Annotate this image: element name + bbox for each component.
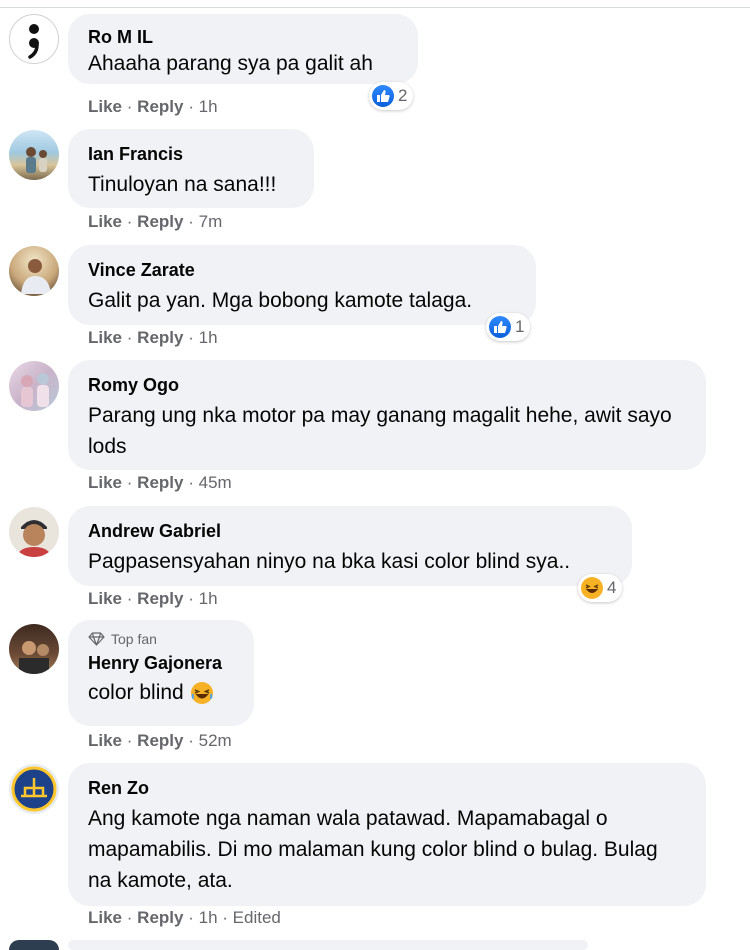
comment-text-body: color blind: [88, 681, 184, 704]
commenter-name[interactable]: Romy Ogo: [88, 374, 686, 396]
separator: ·: [126, 328, 133, 347]
avatar[interactable]: [9, 764, 59, 814]
comment-bubble: Ro M IL Ahaaha parang sya pa galit ah: [68, 14, 418, 84]
edited-label[interactable]: Edited: [233, 908, 281, 927]
reply-link[interactable]: Reply: [137, 328, 183, 347]
comment-text: Galit pa yan. Mga bobong kamote talaga.: [88, 289, 473, 312]
avatar[interactable]: [9, 624, 59, 674]
reaction-summary[interactable]: 1: [486, 313, 531, 341]
separator: ·: [188, 473, 194, 492]
reaction-count: 2: [398, 86, 408, 105]
timestamp[interactable]: 1h: [199, 97, 218, 116]
comment-text: Ahaaha parang sya pa galit ah: [88, 52, 373, 75]
comment-actions: Like · Reply · 1h · Edited: [88, 908, 281, 928]
haha-reaction-icon: [581, 577, 603, 599]
commenter-name[interactable]: Ian Francis: [88, 143, 294, 165]
avatar[interactable]: [9, 361, 59, 411]
separator: ·: [188, 731, 194, 750]
separator: ·: [126, 473, 133, 492]
like-link[interactable]: Like: [88, 212, 122, 231]
reply-link[interactable]: Reply: [137, 589, 183, 608]
reply-link[interactable]: Reply: [137, 97, 183, 116]
like-link[interactable]: Like: [88, 473, 122, 492]
like-link[interactable]: Like: [88, 97, 122, 116]
comment-text: Pagpasensyahan ninyo na bka kasi color b…: [88, 550, 571, 573]
reaction-count: 1: [515, 317, 525, 336]
comment-bubble: Top fan Henry Gajonera color blind: [68, 620, 254, 726]
separator: ·: [126, 97, 133, 116]
like-link[interactable]: Like: [88, 328, 122, 347]
reply-link[interactable]: Reply: [137, 731, 183, 750]
commenter-name[interactable]: Ro M IL: [88, 26, 398, 48]
like-reaction-icon: [489, 316, 511, 338]
separator: ·: [188, 212, 194, 231]
comment-text: Tinuloyan na sana!!!: [88, 173, 277, 196]
separator: ·: [126, 589, 133, 608]
separator: ·: [188, 908, 194, 927]
reaction-summary[interactable]: 2: [369, 82, 414, 110]
comment-bubble: Andrew Gabriel Pagpasensyahan ninyo na b…: [68, 506, 632, 586]
comment-text: Parang ung nka motor pa may ganang magal…: [88, 404, 672, 458]
reply-link[interactable]: Reply: [137, 473, 183, 492]
separator: ·: [126, 212, 133, 231]
timestamp[interactable]: 7m: [199, 212, 223, 231]
comment-bubble-next-partial: [68, 940, 588, 950]
comment-actions: Like · Reply · 7m: [88, 212, 222, 232]
comment-actions: Like · Reply · 45m: [88, 473, 232, 493]
avatar[interactable]: [9, 14, 59, 64]
timestamp[interactable]: 1h: [199, 328, 218, 347]
timestamp[interactable]: 1h: [199, 908, 218, 927]
comment-actions: Like · Reply · 1h: [88, 97, 218, 117]
top-fan-label: Top fan: [111, 631, 157, 647]
diamond-icon: [88, 632, 105, 646]
commenter-name[interactable]: Henry Gajonera: [88, 652, 234, 674]
semicolon-avatar-icon: [28, 24, 39, 59]
commenter-name[interactable]: Vince Zarate: [88, 259, 516, 281]
avatar-next-partial: [9, 940, 59, 950]
laughing-emoji-icon: [190, 681, 213, 704]
like-link[interactable]: Like: [88, 908, 122, 927]
top-fan-badge: Top fan: [88, 630, 234, 648]
comment-text: color blind: [88, 677, 234, 708]
reaction-summary[interactable]: 4: [578, 574, 623, 602]
commenter-name[interactable]: Andrew Gabriel: [88, 520, 612, 542]
timestamp[interactable]: 52m: [199, 731, 232, 750]
comment-bubble: Romy Ogo Parang ung nka motor pa may gan…: [68, 360, 706, 470]
comment-bubble: Ren Zo Ang kamote nga naman wala patawad…: [68, 763, 706, 906]
separator: ·: [188, 589, 194, 608]
reaction-count: 4: [607, 578, 617, 597]
separator: ·: [188, 328, 194, 347]
team-logo-icon: [11, 766, 57, 812]
separator: ·: [222, 908, 228, 927]
reply-link[interactable]: Reply: [137, 212, 183, 231]
comment-actions: Like · Reply · 52m: [88, 731, 232, 751]
like-reaction-icon: [372, 85, 394, 107]
reply-link[interactable]: Reply: [137, 908, 183, 927]
comment-bubble: Ian Francis Tinuloyan na sana!!!: [68, 129, 314, 208]
separator: ·: [188, 97, 194, 116]
avatar[interactable]: [9, 507, 59, 557]
commenter-name[interactable]: Ren Zo: [88, 777, 686, 799]
like-link[interactable]: Like: [88, 731, 122, 750]
avatar[interactable]: [9, 246, 59, 296]
avatar[interactable]: [9, 130, 59, 180]
top-divider: [0, 7, 750, 8]
like-link[interactable]: Like: [88, 589, 122, 608]
comment-actions: Like · Reply · 1h: [88, 328, 218, 348]
separator: ·: [126, 731, 133, 750]
timestamp[interactable]: 1h: [199, 589, 218, 608]
comment-actions: Like · Reply · 1h: [88, 589, 218, 609]
comment-text: Ang kamote nga naman wala patawad. Mapam…: [88, 807, 658, 892]
separator: ·: [126, 908, 133, 927]
timestamp[interactable]: 45m: [199, 473, 232, 492]
comment-bubble: Vince Zarate Galit pa yan. Mga bobong ka…: [68, 245, 536, 325]
